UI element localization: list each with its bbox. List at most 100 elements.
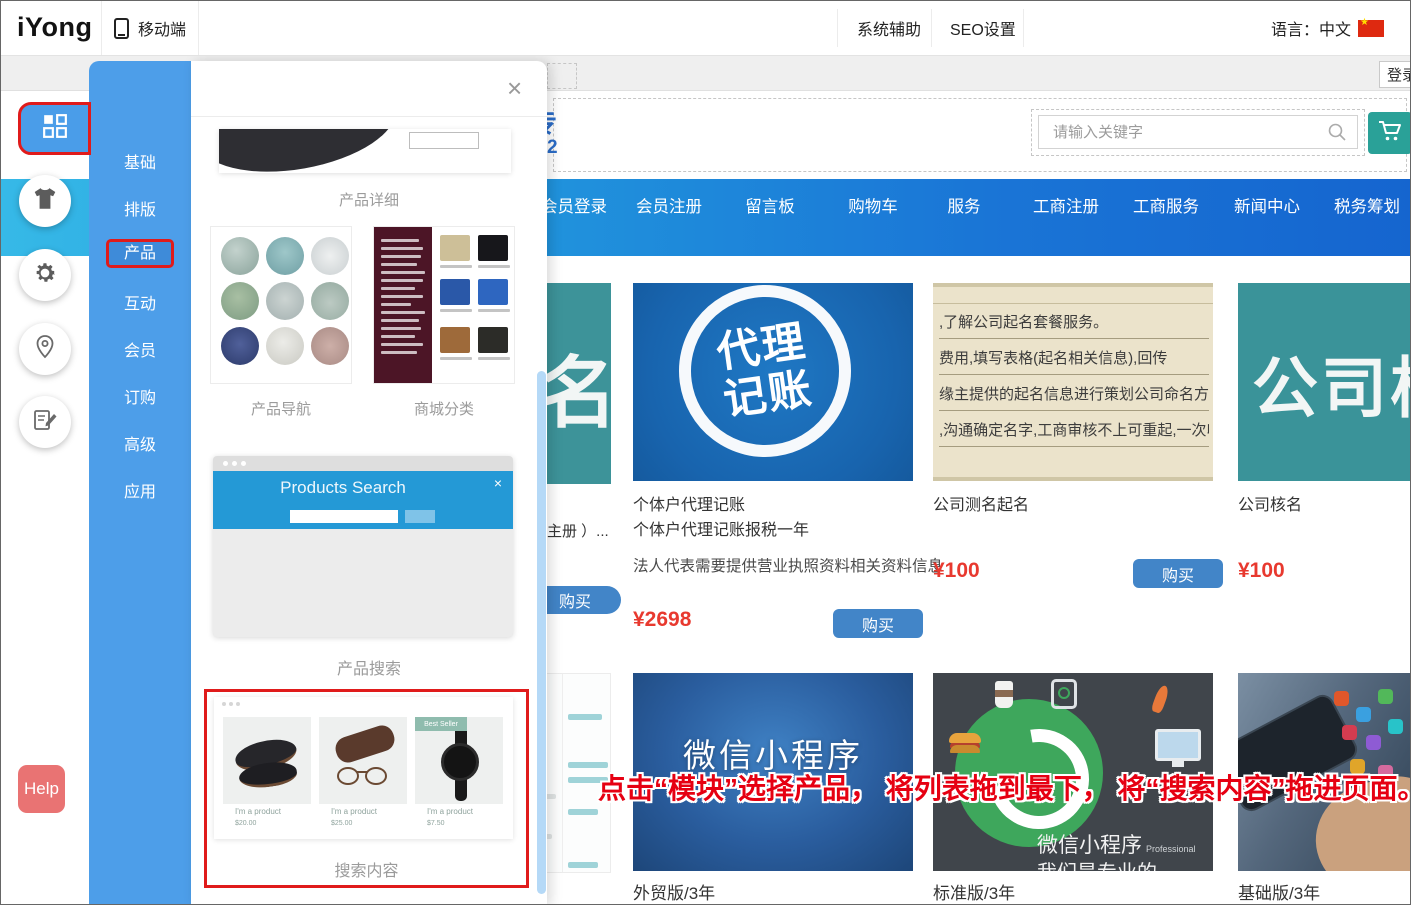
settings-button[interactable] xyxy=(19,249,71,301)
category-sidebar xyxy=(374,227,432,383)
table-divider xyxy=(562,674,563,872)
editor-topbar: iYong 移动端 系统辅助 SEO设置 语言：中文 xyxy=(1,1,1411,56)
menu-item-product[interactable]: 产品 xyxy=(106,239,174,268)
coffee-cup-icon xyxy=(995,681,1013,708)
photo-circle-grid xyxy=(211,227,351,375)
nav-item-news-center[interactable]: 新闻中心 xyxy=(1234,193,1300,217)
selection-outline xyxy=(547,63,577,89)
nav-item-member-register[interactable]: 会员注册 xyxy=(636,193,702,217)
panel-scrollbar[interactable] xyxy=(537,371,546,894)
nav-item-cart[interactable]: 购物车 xyxy=(848,193,898,217)
menu-item-interaction[interactable]: 互动 xyxy=(89,290,191,312)
nav-item-business-register[interactable]: 工商注册 xyxy=(1033,193,1099,217)
preview-product-shoes xyxy=(223,717,311,804)
paper-text-line: 缘主提供的起名信息进行策划公司命名方案 xyxy=(939,383,1209,411)
product-title[interactable]: 公司测名起名 xyxy=(933,491,1029,515)
module-label-search-content: 搜索内容 xyxy=(207,857,526,881)
module-panel: × 产品详细 产品导航 xyxy=(191,61,547,905)
tutorial-annotation: 点击“模块”选择产品， 将列表拖到最下， 将“搜索内容”拖进页面。 xyxy=(598,767,1411,807)
product-desc: 法人代表需要提供营业执照资料相关资料信息 xyxy=(633,554,943,576)
module-label-mall-category: 商城分类 xyxy=(373,398,515,419)
menu-item-order[interactable]: 订购 xyxy=(89,384,191,406)
product-image-text: 名 xyxy=(539,331,611,443)
product-label[interactable]: 标准版/3年 xyxy=(933,879,1015,904)
buy-button-2[interactable]: 购买 xyxy=(833,609,923,638)
washer-icon xyxy=(1051,679,1077,709)
nav-item-tax-planning[interactable]: 税务筹划 xyxy=(1334,193,1400,217)
location-button[interactable] xyxy=(19,323,71,375)
buy-button-3[interactable]: 购买 xyxy=(1133,559,1223,588)
product-image-naming[interactable]: ,了解公司起名套餐服务。 费用,填写表格(起名相关信息),回传 缘主提供的起名信… xyxy=(933,283,1213,481)
module-category-menu: 基础 排版 产品 互动 会员 订购 高级 应用 xyxy=(89,61,191,905)
paper-text-line: ,沟通确定名字,工商审核不上可重起,一次收 xyxy=(939,419,1209,447)
modules-grid-icon xyxy=(42,113,68,144)
preview-product-price: $7.50 xyxy=(427,820,445,827)
preview-product-name: I'm a product xyxy=(331,807,377,816)
category-products xyxy=(432,227,514,383)
preview-button-outline xyxy=(409,132,479,149)
module-preview-mall-category[interactable] xyxy=(373,226,515,384)
edit-content-button[interactable] xyxy=(19,396,71,448)
search-preview-button xyxy=(405,510,435,523)
product-image-text: 微信小程序Professional xyxy=(1037,829,1196,859)
cart-icon xyxy=(1377,119,1403,148)
product-title[interactable]: 公司核名 xyxy=(1238,491,1302,515)
nav-item-services[interactable]: 服务 xyxy=(948,193,981,217)
site-search-input[interactable] xyxy=(1051,117,1321,147)
search-preview-body xyxy=(213,529,513,637)
product-image-name-check[interactable]: 公司核名 xyxy=(1238,283,1411,481)
gear-icon xyxy=(32,260,58,291)
product-title[interactable]: 个体户代理记账 xyxy=(633,491,745,515)
china-flag-icon xyxy=(1358,20,1384,37)
mobile-view-tab[interactable]: 移动端 xyxy=(101,1,199,55)
bookkeeping-emblem: 代理 记账 xyxy=(668,283,862,468)
product-image-text: 公司核名 xyxy=(1252,335,1411,431)
module-preview-product-nav[interactable] xyxy=(210,226,352,384)
site-logo-fragment: 专 2 xyxy=(545,105,563,171)
site-search-box[interactable] xyxy=(1038,115,1358,149)
theme-button[interactable] xyxy=(19,175,71,227)
module-preview-product-search[interactable]: Products Search × xyxy=(213,456,513,637)
modules-button[interactable] xyxy=(18,102,91,155)
search-preview-input xyxy=(290,510,398,523)
product-price: ¥100 xyxy=(933,559,980,583)
nav-item-business-services[interactable]: 工商服务 xyxy=(1133,193,1199,217)
module-label-product-detail: 产品详细 xyxy=(191,189,547,210)
mobile-tab-label: 移动端 xyxy=(138,16,186,40)
location-pin-icon xyxy=(33,334,57,365)
product-image-subtext: Professional xyxy=(1146,844,1196,854)
product-image-bookkeeping[interactable]: 代理 记账 xyxy=(633,283,913,481)
product-label[interactable]: 基础版/3年 xyxy=(1238,879,1320,904)
menu-item-basic[interactable]: 基础 xyxy=(89,149,191,171)
seo-settings-link[interactable]: SEO设置 xyxy=(950,1,1016,55)
shirt-icon xyxy=(32,187,58,216)
menu-item-apps[interactable]: 应用 xyxy=(89,478,191,500)
search-preview-title: Products Search xyxy=(213,478,513,498)
menu-item-layout[interactable]: 排版 xyxy=(89,196,191,218)
divider xyxy=(191,116,547,117)
divider xyxy=(931,9,932,47)
divider xyxy=(837,9,838,47)
cart-button[interactable] xyxy=(1368,112,1411,154)
burger-icon xyxy=(949,733,981,743)
menu-item-advanced[interactable]: 高级 xyxy=(89,431,191,453)
search-banner: Products Search × xyxy=(213,471,513,529)
language-selector[interactable]: 语言：中文 xyxy=(1271,1,1384,55)
menu-item-member[interactable]: 会员 xyxy=(89,337,191,359)
module-preview-product-detail[interactable] xyxy=(219,129,511,173)
module-preview-search-content[interactable]: Best Seller I'm a product $20.00 I'm a p… xyxy=(214,697,513,839)
product-price: ¥2698 xyxy=(633,608,691,632)
nav-item-member-login[interactable]: 会员登录 xyxy=(541,193,607,217)
product-subtitle: 个体户代理记账报税一年 xyxy=(633,516,809,540)
system-help-link[interactable]: 系统辅助 xyxy=(857,1,921,55)
nav-item-message-board[interactable]: 留言板 xyxy=(745,193,795,217)
site-login-button[interactable]: 登录 xyxy=(1379,61,1411,88)
close-icon[interactable]: × xyxy=(507,73,522,104)
paper-text-line: 费用,填写表格(起名相关信息),回传 xyxy=(939,347,1209,375)
preview-product-watch: Best Seller xyxy=(415,717,503,804)
help-button[interactable]: Help xyxy=(18,765,65,813)
search-icon xyxy=(1327,122,1347,147)
paper-rule xyxy=(933,303,1213,304)
highlight-box-search-content: Best Seller I'm a product $20.00 I'm a p… xyxy=(204,689,529,888)
product-label[interactable]: 外贸版/3年 xyxy=(633,879,715,904)
